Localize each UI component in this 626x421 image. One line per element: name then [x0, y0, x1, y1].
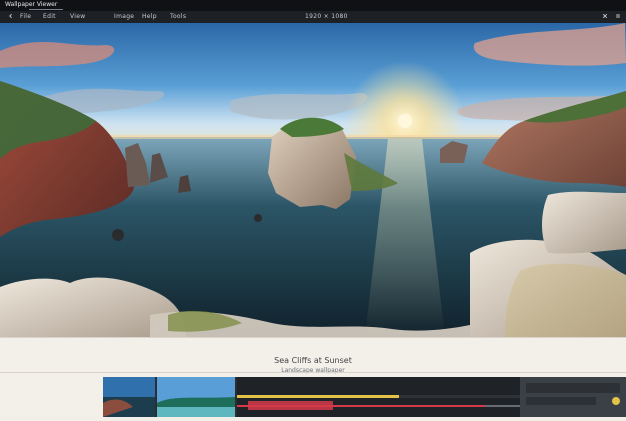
timeline-progress — [237, 395, 399, 398]
thumbnail-1[interactable] — [103, 377, 155, 417]
right-rock-steps — [542, 191, 626, 254]
image-viewer[interactable] — [0, 23, 626, 337]
menu-tools[interactable]: Tools — [170, 13, 186, 20]
right-panel-content — [520, 377, 626, 417]
back-icon[interactable] — [8, 13, 14, 19]
menu-file[interactable]: File — [20, 13, 31, 20]
rock-1 — [112, 229, 124, 241]
thumbnail-2[interactable] — [157, 377, 235, 417]
right-panel-bar — [526, 383, 620, 393]
foreground-moss-right — [505, 263, 626, 337]
close-icon[interactable] — [602, 13, 608, 19]
caption-title: Sea Cliffs at Sunset — [274, 356, 352, 365]
thumb-2-water — [157, 407, 235, 417]
app-title: Wallpaper Viewer — [5, 1, 58, 8]
rock-2 — [254, 214, 262, 222]
menu-image[interactable]: Image — [114, 13, 134, 20]
menu-view[interactable]: View — [70, 13, 85, 20]
highlight-icon[interactable] — [612, 397, 620, 405]
toolbar: File Edit View Image Help Tools 1920 × 1… — [0, 11, 626, 23]
right-panel — [520, 377, 626, 417]
sun-core — [398, 114, 412, 128]
title-underline — [29, 9, 63, 10]
window-title-bar: Wallpaper Viewer — [0, 0, 626, 11]
landscape-image — [0, 23, 626, 337]
menu-help[interactable]: Help — [142, 13, 157, 20]
menu-icon[interactable] — [615, 13, 621, 19]
timeline-block — [248, 401, 333, 410]
caption-divider — [0, 372, 626, 373]
menu-edit[interactable]: Edit — [43, 13, 56, 20]
image-dimensions: 1920 × 1080 — [305, 13, 348, 20]
right-panel-bar-2 — [526, 397, 596, 405]
